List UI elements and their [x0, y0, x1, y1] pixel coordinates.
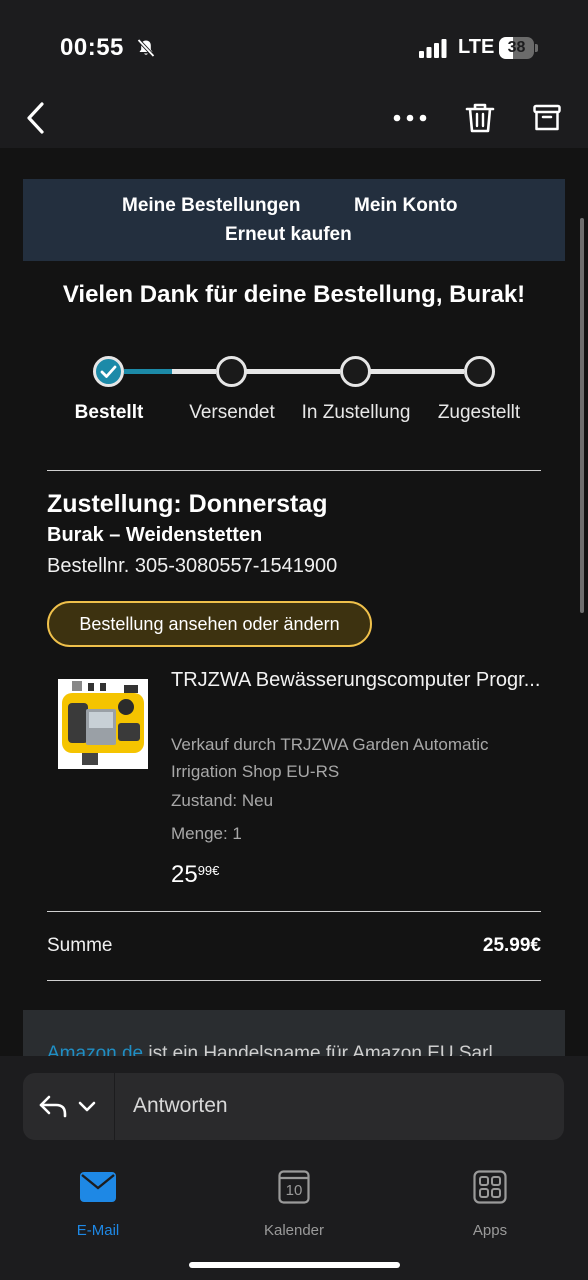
- checkmark-icon: [100, 365, 117, 378]
- home-indicator[interactable]: [189, 1262, 400, 1268]
- tab-calendar-label: Kalender: [263, 1222, 325, 1239]
- separator: [114, 1073, 115, 1140]
- progress-line: [246, 369, 340, 374]
- progress-line: [172, 369, 216, 374]
- step-delivered-dot: [464, 356, 495, 387]
- scrollbar[interactable]: [580, 218, 584, 613]
- total-label: Summe: [47, 935, 113, 956]
- step-label-shipped: Versendet: [189, 402, 275, 423]
- product-seller: Verkauf durch TRJZWA Garden Automatic Ir…: [171, 735, 489, 781]
- trash-icon[interactable]: [460, 98, 500, 138]
- tab-calendar[interactable]: 10 Kalender: [234, 1170, 354, 1240]
- price-whole: 25: [171, 861, 198, 888]
- signal-icon: [419, 39, 447, 58]
- email-body[interactable]: Meine Bestellungen Mein Konto Erneut kau…: [0, 148, 588, 1056]
- tab-apps-label: Apps: [472, 1222, 508, 1239]
- recipient-name: Burak – Weidenstetten: [47, 524, 263, 546]
- thank-you-heading: Vielen Dank für deine Bestellung, Burak!: [62, 281, 526, 308]
- product-title[interactable]: TRJZWA Bewässerungscomputer Progr...: [171, 664, 541, 696]
- delivery-date-heading: Zustellung: Donnerstag: [47, 490, 328, 518]
- amazon-link[interactable]: Amazon.de: [47, 1043, 143, 1056]
- divider: [47, 980, 541, 981]
- footer-text: Amazon.de ist ein Handelsname für Amazon…: [47, 1043, 493, 1056]
- product-price: 2599€: [171, 861, 219, 889]
- status-bar: 00:55 LTE 38: [0, 0, 588, 90]
- view-order-button[interactable]: Bestellung ansehen oder ändern: [47, 601, 372, 647]
- battery-level: 38: [507, 39, 526, 56]
- step-shipped-dot: [216, 356, 247, 387]
- tab-mail-label: E-Mail: [76, 1222, 120, 1239]
- divider: [47, 470, 541, 471]
- battery-icon: 38: [499, 37, 539, 59]
- mail-icon: [80, 1172, 116, 1202]
- archive-icon[interactable]: [527, 98, 567, 138]
- back-chevron-icon[interactable]: [16, 98, 56, 138]
- shipment-tracker: Bestellt Versendet In Zustellung Zugeste…: [0, 353, 588, 453]
- calendar-day: 10: [285, 1182, 303, 1199]
- footer-legal-text: ist ein Handelsname für Amazon EU Sarl: [143, 1043, 493, 1056]
- step-label-out-for-delivery: In Zustellung: [301, 402, 411, 423]
- divider: [47, 911, 541, 912]
- reply-icon[interactable]: [38, 1094, 68, 1118]
- price-fraction: 99€: [197, 863, 220, 878]
- footer: Amazon.de ist ein Handelsname für Amazon…: [23, 1010, 565, 1056]
- status-time: 00:55: [60, 34, 124, 61]
- more-icon[interactable]: [390, 98, 430, 138]
- bell-slash-icon: [137, 38, 155, 58]
- product-condition: Zustand: Neu: [171, 791, 274, 810]
- reply-bar[interactable]: Antworten: [23, 1073, 564, 1140]
- step-out-for-delivery-dot: [340, 356, 371, 387]
- mail-toolbar: [0, 90, 588, 148]
- progress-line: [370, 369, 464, 374]
- step-label-delivered: Zugestellt: [437, 402, 521, 423]
- progress-line-done: [124, 369, 172, 374]
- step-label-ordered: Bestellt: [74, 402, 144, 423]
- tab-mail[interactable]: E-Mail: [38, 1170, 158, 1240]
- buy-again-link[interactable]: Erneut kaufen: [225, 224, 352, 246]
- reply-label[interactable]: Antworten: [133, 1094, 228, 1118]
- chevron-down-icon[interactable]: [78, 1101, 96, 1113]
- reply-area: Antworten: [0, 1056, 588, 1160]
- my-orders-link[interactable]: Meine Bestellungen: [122, 195, 300, 217]
- amazon-header-nav: Meine Bestellungen Mein Konto Erneut kau…: [23, 179, 565, 261]
- order-number: Bestellnr. 305-3080557-1541900: [47, 555, 338, 577]
- product-image[interactable]: [58, 679, 148, 769]
- apps-icon: [473, 1170, 507, 1204]
- step-ordered-dot: [93, 356, 124, 387]
- my-account-link[interactable]: Mein Konto: [354, 195, 457, 217]
- tab-apps[interactable]: Apps: [430, 1170, 550, 1240]
- total-value: 25.99€: [482, 935, 541, 956]
- product-quantity: Menge: 1: [171, 824, 242, 843]
- network-type: LTE: [458, 36, 495, 58]
